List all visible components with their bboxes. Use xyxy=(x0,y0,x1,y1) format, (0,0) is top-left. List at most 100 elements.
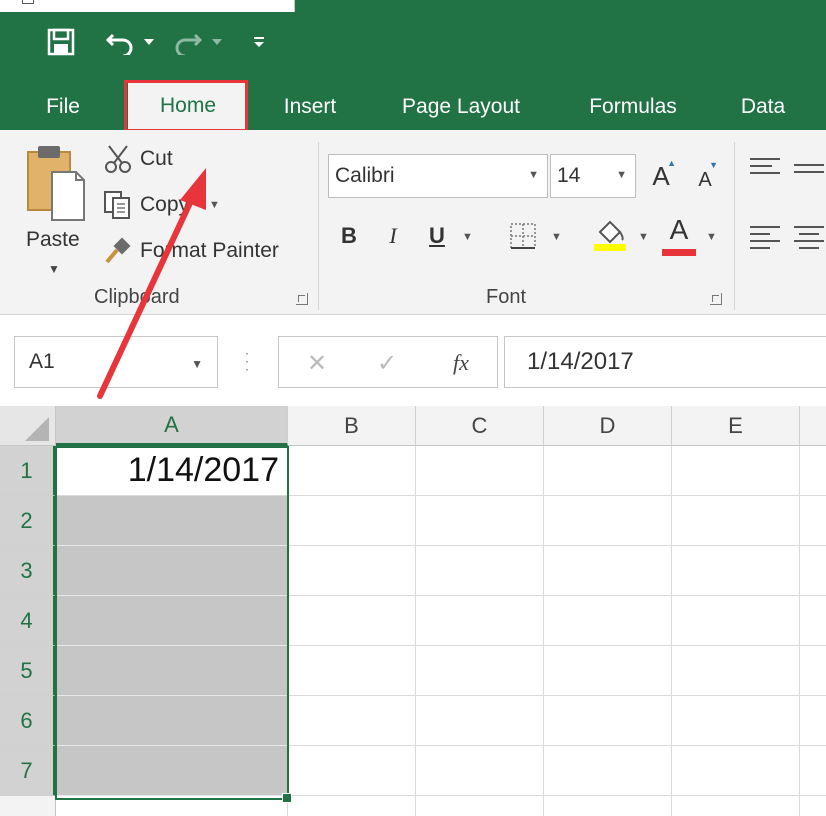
cell-a8[interactable] xyxy=(56,796,288,816)
cell-b3[interactable] xyxy=(288,546,416,596)
fill-handle[interactable] xyxy=(282,793,292,803)
cell-d2[interactable] xyxy=(544,496,672,546)
tab-page-layout[interactable]: Page Layout xyxy=(386,84,536,130)
borders-button[interactable] xyxy=(506,218,540,254)
chevron-down-icon[interactable]: ▼ xyxy=(462,231,473,243)
row-header-6[interactable]: 6 xyxy=(0,696,56,746)
cell-d5[interactable] xyxy=(544,646,672,696)
cell-d1[interactable] xyxy=(544,446,672,496)
cell-e1[interactable] xyxy=(672,446,800,496)
cell-e7[interactable] xyxy=(672,746,800,796)
cell-d7[interactable] xyxy=(544,746,672,796)
cell-d6[interactable] xyxy=(544,696,672,746)
font-color-button[interactable]: A xyxy=(660,214,698,256)
top-align-icon[interactable] xyxy=(750,158,780,182)
cell-e3[interactable] xyxy=(672,546,800,596)
cell-c5[interactable] xyxy=(416,646,544,696)
cell-e6[interactable] xyxy=(672,696,800,746)
clipboard-launcher-icon[interactable] xyxy=(296,293,308,305)
tab-home[interactable]: Home xyxy=(128,80,248,132)
font-size-select[interactable]: 14 ▼ xyxy=(550,154,636,198)
tab-data[interactable]: Data xyxy=(728,84,798,130)
cell-a6[interactable] xyxy=(56,696,288,746)
middle-align-icon[interactable] xyxy=(794,164,824,188)
column-header-b[interactable]: B xyxy=(288,406,416,446)
row-header-1[interactable]: 1 xyxy=(0,446,56,496)
column-header-d[interactable]: D xyxy=(544,406,672,446)
cell-b4[interactable] xyxy=(288,596,416,646)
cell-a5[interactable] xyxy=(56,646,288,696)
underline-button[interactable]: U xyxy=(422,218,452,254)
redo-button[interactable] xyxy=(170,26,206,58)
cell-d8[interactable] xyxy=(544,796,672,816)
italic-button[interactable]: I xyxy=(378,218,408,254)
cell-e4[interactable] xyxy=(672,596,800,646)
fill-color-button[interactable] xyxy=(590,216,630,252)
cell-b8[interactable] xyxy=(288,796,416,816)
tab-file[interactable]: File xyxy=(30,84,96,130)
cell-f5[interactable] xyxy=(800,646,826,696)
row-header-3[interactable]: 3 xyxy=(0,546,56,596)
copy-button[interactable]: Copy ▼ xyxy=(102,188,220,222)
cell-b7[interactable] xyxy=(288,746,416,796)
cell-f7[interactable] xyxy=(800,746,826,796)
cell-f3[interactable] xyxy=(800,546,826,596)
cell-b1[interactable] xyxy=(288,446,416,496)
cell-d4[interactable] xyxy=(544,596,672,646)
select-all-button[interactable] xyxy=(0,406,56,446)
enter-icon[interactable]: ✓ xyxy=(367,347,407,379)
cell-e2[interactable] xyxy=(672,496,800,546)
name-box[interactable]: A1 ▼ xyxy=(14,336,218,388)
formula-input[interactable]: 1/14/2017 xyxy=(504,336,826,388)
cell-a4[interactable] xyxy=(56,596,288,646)
cell-e5[interactable] xyxy=(672,646,800,696)
cut-button[interactable]: Cut xyxy=(102,142,173,176)
font-launcher-icon[interactable] xyxy=(710,293,722,305)
paste-button[interactable]: Paste ▼ xyxy=(22,144,92,276)
cell-e8[interactable] xyxy=(672,796,800,816)
cell-d3[interactable] xyxy=(544,546,672,596)
row-header-8[interactable] xyxy=(0,796,56,816)
cancel-icon[interactable]: ✕ xyxy=(297,347,337,379)
cell-c3[interactable] xyxy=(416,546,544,596)
cell-c4[interactable] xyxy=(416,596,544,646)
cell-b5[interactable] xyxy=(288,646,416,696)
cell-c1[interactable] xyxy=(416,446,544,496)
column-header-f[interactable] xyxy=(800,406,826,446)
grow-font-button[interactable]: A ▲ xyxy=(646,158,676,194)
cell-f6[interactable] xyxy=(800,696,826,746)
row-header-7[interactable]: 7 xyxy=(0,746,56,796)
cell-b6[interactable] xyxy=(288,696,416,746)
cell-a3[interactable] xyxy=(56,546,288,596)
formula-bar-grip[interactable]: · · · xyxy=(242,346,252,378)
undo-dropdown[interactable] xyxy=(140,26,158,58)
cell-a2[interactable] xyxy=(56,496,288,546)
align-left-icon[interactable] xyxy=(750,226,780,250)
cell-f4[interactable] xyxy=(800,596,826,646)
align-center-icon[interactable] xyxy=(794,226,824,250)
row-header-2[interactable]: 2 xyxy=(0,496,56,546)
cell-c8[interactable] xyxy=(416,796,544,816)
bold-button[interactable]: B xyxy=(334,218,364,254)
cell-c7[interactable] xyxy=(416,746,544,796)
cell-c6[interactable] xyxy=(416,696,544,746)
cell-a1[interactable]: 1/14/2017 xyxy=(56,446,288,496)
column-header-a[interactable]: A xyxy=(56,406,288,446)
chevron-down-icon[interactable]: ▼ xyxy=(638,231,649,243)
cell-c2[interactable] xyxy=(416,496,544,546)
insert-function-button[interactable]: fx xyxy=(439,347,483,379)
cell-f2[interactable] xyxy=(800,496,826,546)
redo-dropdown[interactable] xyxy=(208,26,226,58)
undo-button[interactable] xyxy=(102,26,138,58)
cell-f1[interactable] xyxy=(800,446,826,496)
column-header-c[interactable]: C xyxy=(416,406,544,446)
cell-a7[interactable] xyxy=(56,746,288,796)
customize-qat-button[interactable] xyxy=(248,26,270,58)
font-name-select[interactable]: Calibri ▼ xyxy=(328,154,548,198)
chevron-down-icon[interactable]: ▼ xyxy=(551,231,562,243)
chevron-down-icon[interactable]: ▼ xyxy=(706,231,717,243)
tab-formulas[interactable]: Formulas xyxy=(574,84,692,130)
format-painter-button[interactable]: Format Painter xyxy=(102,234,279,268)
tab-insert[interactable]: Insert xyxy=(270,84,350,130)
save-button[interactable] xyxy=(44,26,78,58)
